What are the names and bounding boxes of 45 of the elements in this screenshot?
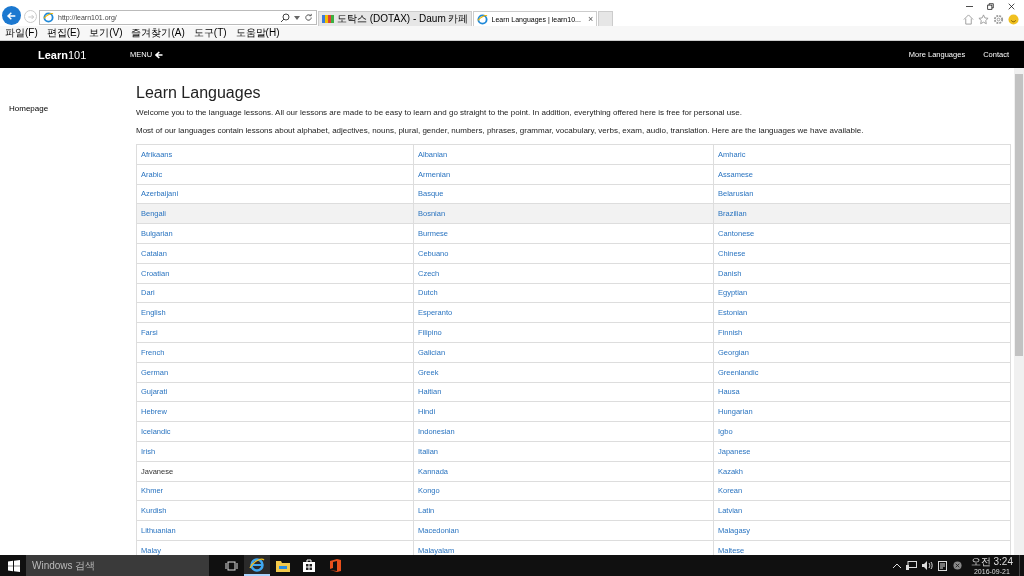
shopping-bag-icon (303, 559, 315, 572)
notification-icon[interactable] (937, 560, 948, 571)
site-logo[interactable]: Learn101 (38, 48, 130, 61)
menu-item[interactable]: 즐겨찾기(A) (131, 26, 185, 40)
network-icon[interactable] (905, 561, 917, 570)
menu-item[interactable]: 편집(E) (46, 26, 81, 40)
status-icon[interactable] (952, 561, 962, 570)
intro-paragraph: Most of our languages contain lessons about alphabet, adjectives, nouns, plural, gender, numbers, phrases, grammar, vocabulary, verbs, exam, audio, translation. Here are the languages we have available. (136, 126, 865, 135)
menu-item[interactable]: 도움말(H) (235, 26, 280, 40)
smiley-icon[interactable] (1008, 14, 1019, 25)
back-button[interactable] (2, 6, 21, 25)
folder-icon (276, 559, 290, 572)
globe-icon (249, 556, 265, 573)
scrollbar-thumb[interactable] (1015, 74, 1023, 356)
minimize-icon[interactable] (966, 3, 973, 10)
intro-paragraph: Welcome you to the language lessons. All our lessons are made to be easy to learn and go straight to the point. In addition, everything offered here is free for personal use. (136, 108, 743, 117)
menu-item[interactable]: 보기(V) (89, 26, 123, 40)
search-icon[interactable] (280, 12, 290, 23)
restore-icon[interactable] (987, 3, 994, 10)
menu-item[interactable]: 도구(T) (193, 26, 227, 40)
close-tab-button[interactable]: × (587, 14, 594, 24)
browser-tab[interactable]: 도탁스 (DOTAX) - Daum 카페 (318, 11, 473, 26)
globe-icon (43, 12, 54, 23)
color-bars-icon (322, 15, 334, 23)
gear-icon[interactable] (993, 14, 1004, 25)
menu-item[interactable]: 파일(F) (5, 26, 38, 40)
star-icon[interactable] (978, 14, 989, 25)
close-icon[interactable] (1008, 3, 1015, 10)
task-view-icon[interactable] (225, 560, 238, 571)
dropdown-icon[interactable] (294, 15, 300, 20)
speaker-icon[interactable] (921, 561, 933, 570)
arrow-left-icon (155, 50, 164, 59)
refresh-icon[interactable] (304, 13, 313, 22)
clock-time: 오전 3:24 (970, 555, 1013, 567)
browser-taskbar-button[interactable] (244, 555, 270, 576)
chevron-up-icon[interactable] (892, 563, 901, 568)
office-logo-icon (329, 559, 341, 572)
globe-icon (477, 13, 489, 25)
scrollbar[interactable] (1014, 68, 1024, 555)
windows-start-icon[interactable] (8, 559, 20, 572)
page-title: Learn Languages (136, 84, 262, 102)
arrow-right-icon (26, 12, 35, 21)
arrow-left-icon (5, 9, 18, 22)
sidebar-link[interactable]: Homepage (9, 104, 49, 113)
taskbar-search-field[interactable]: Windows 검색 (26, 555, 209, 576)
